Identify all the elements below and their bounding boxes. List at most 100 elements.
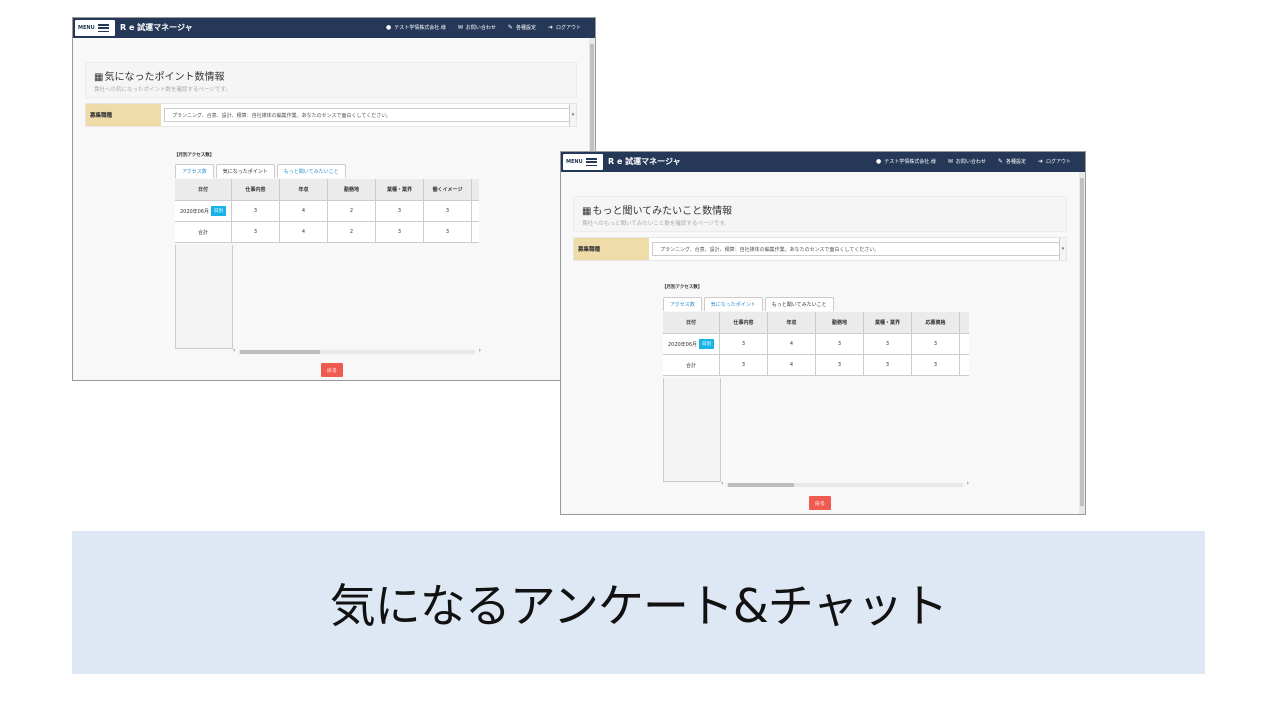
page-subtitle: 貴社へのもっと聞いてみたいこと数を確認するページです。 xyxy=(582,221,730,227)
page-header: ▦気になったポイント数情報 貴社への気になったポイント数を確認するページです。 xyxy=(85,62,577,98)
user-icon: ● xyxy=(876,158,882,165)
table-icon: ▦ xyxy=(582,206,592,217)
table-cell: 3 xyxy=(864,334,912,355)
total-cell: 合計 xyxy=(663,355,720,376)
menu-label: MENU xyxy=(78,25,95,31)
table-cell: 3 xyxy=(376,201,424,222)
screenshot-questions-page: MENU R e 試運マネージャ ● テスト学情株式会社.様 ✉ お問い合わせ ✎ 各… xyxy=(560,151,1086,515)
job-type-row: 募集職種 プランニング、合意、設計、積算：自社媒体の編集作業。あなたのセンスで面… xyxy=(85,103,577,127)
job-type-label: 募集職種 xyxy=(574,238,649,260)
tab-more-questions[interactable]: もっと聞いてみたいこと xyxy=(276,164,346,178)
table-cell: 3 xyxy=(232,222,280,243)
settings-link[interactable]: ✎ 各種設定 xyxy=(508,24,536,31)
col-header: 年収 xyxy=(768,312,816,334)
contact-label: お問い合わせ xyxy=(465,25,496,31)
back-button[interactable]: 戻る xyxy=(321,363,343,377)
tab-access-count[interactable]: アクセス数 xyxy=(663,297,702,311)
menu-button[interactable]: MENU xyxy=(75,20,115,36)
screenshot-points-page: MENU R e 試運マネージャ ● テスト学情株式会社.様 ✉ お問い合わせ ✎ 各… xyxy=(72,17,596,381)
table-cell: 3 xyxy=(912,334,960,355)
scroll-left-icon[interactable]: ‹ xyxy=(233,347,235,354)
back-button[interactable]: 戻る xyxy=(809,496,831,510)
horizontal-scrollbar[interactable]: ‹ › xyxy=(721,480,969,488)
table-cell: 4 xyxy=(768,355,816,376)
table-cell: 3 xyxy=(720,355,768,376)
stats-table: 日付 仕事内容 年収 勤務地 業種・業界 応募資格 2020年06月 日別 3 4… xyxy=(663,312,969,378)
logout-link[interactable]: ➜ ログアウト xyxy=(548,24,581,31)
page-title: ▦もっと聞いてみたいこと数情報 xyxy=(582,202,1058,217)
section-label: 【月別アクセス数】 xyxy=(662,285,703,290)
total-cell: 合計 xyxy=(175,222,232,243)
table-icon: ▦ xyxy=(94,72,104,83)
page-title-text: もっと聞いてみたいこと数情報 xyxy=(592,206,733,217)
logout-icon: ➜ xyxy=(1037,158,1043,165)
col-header: 業種・業界 xyxy=(864,312,912,334)
date-cell: 2020年06月 日別 xyxy=(175,201,232,222)
col-header: 日付 xyxy=(663,312,720,334)
wrench-icon: ✎ xyxy=(997,158,1003,165)
logout-label: ログアウト xyxy=(555,25,581,31)
table-cell: 3 xyxy=(864,355,912,376)
horizontal-scrollbar[interactable]: ‹ › xyxy=(233,347,481,355)
col-header: 勤務地 xyxy=(816,312,864,334)
settings-link[interactable]: ✎ 各種設定 xyxy=(998,158,1026,165)
menu-label: MENU xyxy=(566,159,583,165)
page-title-text: 気になったポイント数情報 xyxy=(104,72,225,83)
table-cell: 3 xyxy=(376,222,424,243)
top-navbar: MENU R e 試運マネージャ ● テスト学情株式会社.様 ✉ お問い合わせ ✎ 各… xyxy=(73,18,595,38)
chevron-down-icon: ▾ xyxy=(1059,238,1066,260)
job-type-select[interactable]: プランニング、合意、設計、積算：自社媒体の編集作業。あなたのセンスで面白くしてく… xyxy=(161,104,576,126)
table-cell-overflow xyxy=(472,222,479,243)
col-header: 年収 xyxy=(280,179,328,201)
job-type-select[interactable]: プランニング、合意、設計、積算：自社媒体の編集作業。あなたのセンスで面白くしてく… xyxy=(649,238,1066,260)
tab-points[interactable]: 気になったポイント xyxy=(703,297,763,311)
table-cell-overflow xyxy=(960,355,969,376)
page-header: ▦もっと聞いてみたいこと数情報 貴社へのもっと聞いてみたいこと数を確認するページ… xyxy=(573,196,1067,232)
table-cell: 4 xyxy=(280,222,328,243)
logout-label: ログアウト xyxy=(1045,159,1071,165)
table-cell: 2 xyxy=(328,201,376,222)
user-link[interactable]: ● テスト学情株式会社.様 xyxy=(386,24,446,31)
caption-banner: 気になるアンケート&チャット xyxy=(72,531,1205,674)
job-type-value: プランニング、合意、設計、積算：自社媒体の編集作業。あなたのセンスで面白くしてく… xyxy=(652,242,1063,256)
tab-bar: アクセス数 気になったポイント もっと聞いてみたいこと xyxy=(663,297,834,311)
section-label: 【月別アクセス数】 xyxy=(174,153,215,158)
page-title: ▦気になったポイント数情報 xyxy=(94,68,568,83)
app-title: R e 試運マネージャ xyxy=(120,23,193,32)
scroll-left-icon[interactable]: ‹ xyxy=(721,480,723,487)
user-link[interactable]: ● テスト学情株式会社.様 xyxy=(876,158,936,165)
col-header: 勤務地 xyxy=(328,179,376,201)
caption-text: 気になるアンケート&チャット xyxy=(329,578,949,633)
vertical-scrollbar[interactable] xyxy=(1079,172,1085,514)
col-header: 応募資格 xyxy=(912,312,960,334)
logout-link[interactable]: ➜ ログアウト xyxy=(1038,158,1071,165)
scroll-right-icon[interactable]: › xyxy=(967,480,969,487)
table-cell: 3 xyxy=(816,334,864,355)
scroll-right-icon[interactable]: › xyxy=(479,347,481,354)
tab-access-count[interactable]: アクセス数 xyxy=(175,164,214,178)
app-title: R e 試運マネージャ xyxy=(608,157,681,166)
col-header: 仕事内容 xyxy=(720,312,768,334)
job-type-value: プランニング、合意、設計、積算：自社媒体の編集作業。あなたのセンスで面白くしてく… xyxy=(164,108,573,122)
table-cell: 3 xyxy=(912,355,960,376)
top-navbar: MENU R e 試運マネージャ ● テスト学情株式会社.様 ✉ お問い合わせ ✎ 各… xyxy=(561,152,1085,172)
contact-link[interactable]: ✉ お問い合わせ xyxy=(948,158,986,165)
contact-label: お問い合わせ xyxy=(955,159,986,165)
user-name: テスト学情株式会社.様 xyxy=(394,25,446,31)
job-type-label: 募集職種 xyxy=(86,104,161,126)
table-cell: 3 xyxy=(816,355,864,376)
hamburger-icon xyxy=(585,158,597,166)
tab-bar: アクセス数 気になったポイント もっと聞いてみたいこと xyxy=(175,164,346,178)
col-header: 働くイメージ xyxy=(424,179,472,201)
daily-button[interactable]: 日別 xyxy=(211,206,227,216)
contact-link[interactable]: ✉ お問い合わせ xyxy=(458,24,496,31)
table-cell: 4 xyxy=(280,201,328,222)
tab-points[interactable]: 気になったポイント xyxy=(215,164,275,178)
table-empty-area xyxy=(663,378,721,482)
daily-button[interactable]: 日別 xyxy=(699,339,715,349)
tab-more-questions[interactable]: もっと聞いてみたいこと xyxy=(764,297,834,311)
date-cell: 2020年06月 日別 xyxy=(663,334,720,355)
menu-button[interactable]: MENU xyxy=(563,154,603,170)
page-subtitle: 貴社への気になったポイント数を確認するページです。 xyxy=(94,87,231,93)
mail-icon: ✉ xyxy=(947,158,953,165)
